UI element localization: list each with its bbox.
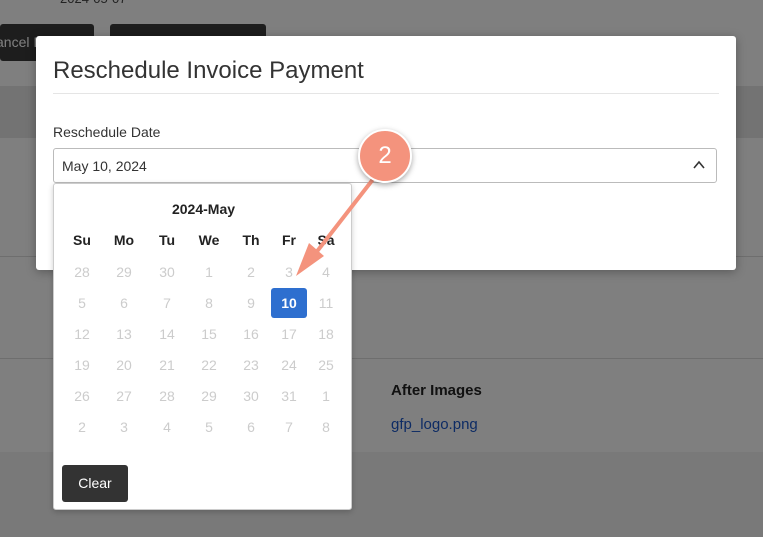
- calendar-day[interactable]: 26: [64, 381, 100, 411]
- calendar-day-selected[interactable]: 10: [271, 288, 307, 318]
- weekday-header: Tu: [158, 232, 176, 248]
- calendar-day[interactable]: 3: [271, 257, 307, 287]
- calendar-day[interactable]: 4: [308, 257, 344, 287]
- step-badge: 2: [358, 129, 412, 183]
- calendar-day[interactable]: 15: [191, 319, 227, 349]
- calendar-day[interactable]: 7: [271, 412, 307, 442]
- calendar-day[interactable]: 2: [233, 257, 269, 287]
- calendar-day[interactable]: 2: [64, 412, 100, 442]
- calendar-day[interactable]: 6: [106, 288, 142, 318]
- weekday-header: Su: [73, 232, 91, 248]
- clear-button[interactable]: Clear: [62, 465, 128, 502]
- calendar-day[interactable]: 30: [149, 257, 185, 287]
- calendar-day[interactable]: 28: [64, 257, 100, 287]
- calendar-day[interactable]: 18: [308, 319, 344, 349]
- calendar-day[interactable]: 8: [308, 412, 344, 442]
- date-picker-popup: 2024-May Clear Su Mo Tu We Th Fr Sa 28 29 30 1 2 3 4 5…: [53, 183, 352, 510]
- calendar-day[interactable]: 14: [149, 319, 185, 349]
- calendar-day[interactable]: 7: [149, 288, 185, 318]
- calendar-month-title: 2024-May: [171, 201, 236, 217]
- calendar-day[interactable]: 13: [106, 319, 142, 349]
- modal-divider: [53, 93, 719, 94]
- weekday-header: Fr: [282, 232, 296, 248]
- calendar-day[interactable]: 16: [233, 319, 269, 349]
- calendar-day[interactable]: 21: [149, 350, 185, 380]
- calendar-day[interactable]: 29: [106, 257, 142, 287]
- weekday-header: Sa: [317, 232, 335, 248]
- calendar-day[interactable]: 19: [64, 350, 100, 380]
- calendar-day[interactable]: 9: [233, 288, 269, 318]
- calendar-day[interactable]: 23: [233, 350, 269, 380]
- calendar-day[interactable]: 31: [271, 381, 307, 411]
- calendar-day[interactable]: 17: [271, 319, 307, 349]
- calendar-day[interactable]: 30: [233, 381, 269, 411]
- calendar-day[interactable]: 11: [308, 288, 344, 318]
- calendar-day[interactable]: 12: [64, 319, 100, 349]
- calendar-day[interactable]: 24: [271, 350, 307, 380]
- calendar-day[interactable]: 5: [64, 288, 100, 318]
- date-input-value: May 10, 2024: [62, 158, 147, 174]
- calendar-day[interactable]: 6: [233, 412, 269, 442]
- calendar-day[interactable]: 27: [106, 381, 142, 411]
- calendar-day[interactable]: 3: [106, 412, 142, 442]
- calendar-day[interactable]: 29: [191, 381, 227, 411]
- calendar-day[interactable]: 20: [106, 350, 142, 380]
- calendar-day[interactable]: 1: [308, 381, 344, 411]
- chevron-up-icon[interactable]: [691, 157, 707, 173]
- weekday-header: We: [198, 232, 220, 248]
- calendar-day[interactable]: 4: [149, 412, 185, 442]
- modal-title: Reschedule Invoice Payment: [53, 57, 364, 84]
- weekday-header: Mo: [113, 232, 135, 248]
- calendar-day[interactable]: 22: [191, 350, 227, 380]
- calendar-day[interactable]: 1: [191, 257, 227, 287]
- calendar-day[interactable]: 25: [308, 350, 344, 380]
- weekday-header: Th: [242, 232, 260, 248]
- calendar-day[interactable]: 8: [191, 288, 227, 318]
- calendar-day[interactable]: 28: [149, 381, 185, 411]
- reschedule-date-label: Reschedule Date: [53, 124, 161, 140]
- calendar-day[interactable]: 5: [191, 412, 227, 442]
